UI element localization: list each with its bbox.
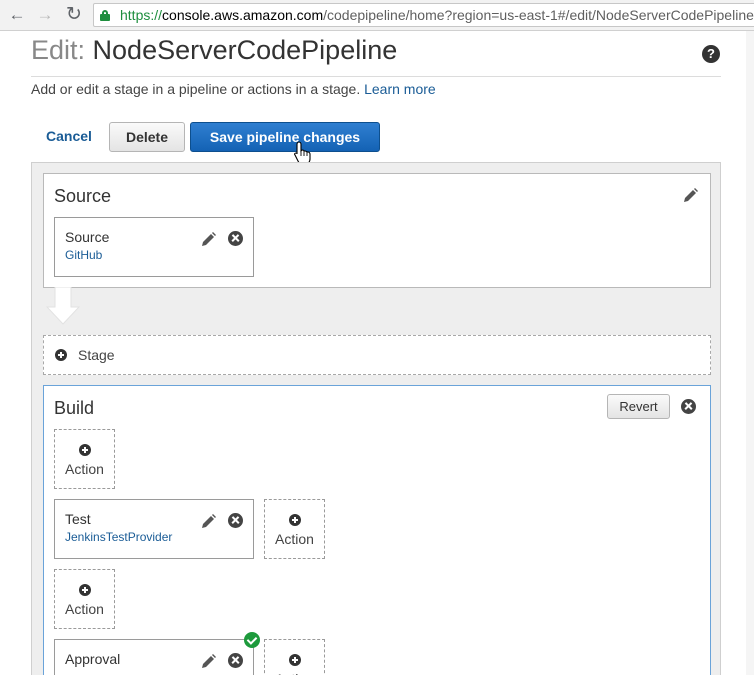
action-approval[interactable]: Approval <box>54 639 254 675</box>
remove-action-icon[interactable] <box>228 653 243 668</box>
add-action-plus-icon <box>289 514 301 526</box>
add-action-plus-icon <box>79 444 91 456</box>
header-divider <box>31 76 721 77</box>
action-test[interactable]: Test JenkinsTestProvider <box>54 499 254 559</box>
pipeline-name: NodeServerCodePipeline <box>92 35 398 65</box>
page-scrollbar[interactable] <box>746 31 754 675</box>
add-action-label: Action <box>275 531 314 547</box>
stage-source-title: Source <box>54 186 112 206</box>
reload-icon[interactable]: ↻ <box>63 4 85 26</box>
stage-build: Build Revert Action Test JenkinsTestProv… <box>43 385 711 675</box>
add-parallel-action-button[interactable]: Action <box>264 639 325 675</box>
forward-arrow-icon[interactable]: → <box>34 4 56 26</box>
subtitle-text: Add or edit a stage in a pipeline or act… <box>31 81 361 97</box>
url-host: console.aws.amazon.com <box>162 7 324 23</box>
delete-button[interactable]: Delete <box>109 122 185 152</box>
back-arrow-icon[interactable]: ← <box>6 4 28 26</box>
action-name: Test <box>65 511 91 527</box>
remove-action-icon[interactable] <box>228 231 243 246</box>
remove-action-icon[interactable] <box>228 513 243 528</box>
edit-action-pencil-icon[interactable] <box>200 231 217 248</box>
add-action-label: Action <box>265 671 324 675</box>
edit-action-pencil-icon[interactable] <box>200 513 217 530</box>
add-stage-plus-icon <box>55 349 67 361</box>
add-action-plus-icon <box>289 654 301 666</box>
add-action-button[interactable]: Action <box>54 429 115 489</box>
add-action-label: Action <box>65 461 104 477</box>
add-stage-button[interactable]: Stage <box>43 335 711 375</box>
lock-icon <box>100 10 110 21</box>
remove-stage-icon[interactable] <box>681 399 696 414</box>
stage-build-title: Build <box>54 398 95 418</box>
stage-source: Source Source GitHub <box>43 173 711 288</box>
action-source[interactable]: Source GitHub <box>54 217 254 277</box>
transition-arrow-icon <box>46 287 80 325</box>
edit-stage-pencil-icon[interactable] <box>682 187 699 204</box>
url-path: /codepipeline/home?region=us-east-1#/edi… <box>323 7 754 23</box>
cancel-button[interactable]: Cancel <box>46 128 92 144</box>
action-provider-link[interactable]: GitHub <box>65 248 102 262</box>
browser-toolbar: ← → ↻ https://console.aws.amazon.com/cod… <box>0 0 754 31</box>
add-action-plus-icon <box>79 584 91 596</box>
add-stage-label: Stage <box>78 347 115 363</box>
add-action-button[interactable]: Action <box>54 569 115 629</box>
add-action-label: Action <box>65 601 104 617</box>
revert-button[interactable]: Revert <box>607 394 670 419</box>
url-protocol: https:// <box>120 7 163 23</box>
help-icon[interactable]: ? <box>702 45 720 63</box>
save-pipeline-button[interactable]: Save pipeline changes <box>190 122 380 152</box>
approved-check-icon <box>244 632 260 648</box>
page-subtitle: Add or edit a stage in a pipeline or act… <box>31 81 436 97</box>
page-title-prefix: Edit: <box>31 35 86 65</box>
address-bar[interactable]: https://console.aws.amazon.com/codepipel… <box>93 3 754 27</box>
pipeline-canvas: Source Source GitHub Stage Build Revert … <box>31 162 721 675</box>
url-text: https://console.aws.amazon.com/codepipel… <box>120 4 754 26</box>
add-parallel-action-button[interactable]: Action <box>264 499 325 559</box>
action-name: Approval <box>65 651 121 667</box>
action-name: Source <box>65 229 110 245</box>
learn-more-link[interactable]: Learn more <box>364 81 436 97</box>
edit-action-pencil-icon[interactable] <box>200 653 217 670</box>
action-provider-link[interactable]: JenkinsTestProvider <box>65 530 172 544</box>
page-title: Edit: NodeServerCodePipeline <box>31 35 397 66</box>
